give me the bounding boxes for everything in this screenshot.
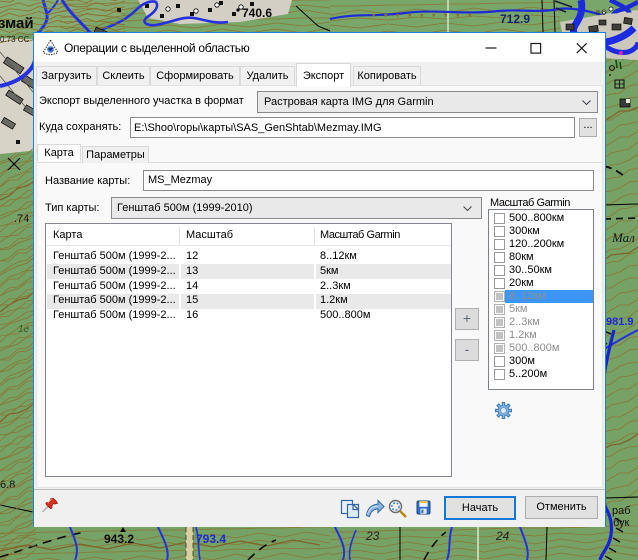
svg-text:740.6: 740.6 [242, 6, 272, 20]
svg-text:24: 24 [495, 529, 510, 543]
svg-text:Мал: Мал [611, 230, 635, 245]
svg-text:0.73 СС: 0.73 СС [0, 35, 30, 44]
svg-text:бук: бук [613, 517, 630, 529]
svg-text:раб: раб [612, 505, 631, 517]
svg-text:981.9: 981.9 [606, 316, 634, 328]
svg-text:II o: II o [596, 10, 606, 17]
svg-text:943.2: 943.2 [104, 532, 134, 546]
svg-text:.74: .74 [14, 213, 29, 225]
svg-text:змай: змай [0, 15, 34, 32]
svg-text:793.4: 793.4 [196, 532, 226, 546]
svg-text:23: 23 [365, 529, 380, 543]
svg-text:712.9: 712.9 [500, 12, 530, 26]
